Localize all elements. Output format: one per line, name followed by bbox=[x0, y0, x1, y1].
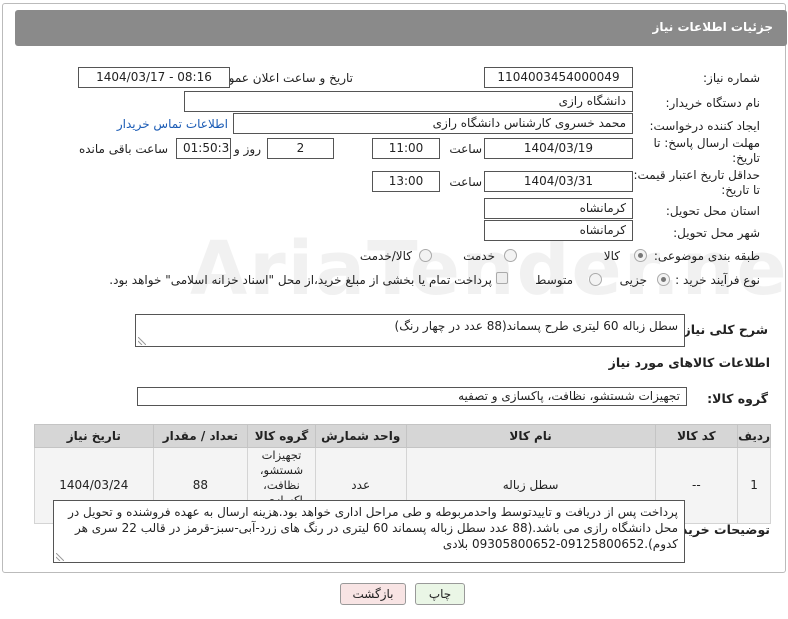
back-button[interactable]: بازگشت bbox=[340, 583, 406, 605]
print-button[interactable]: چاپ bbox=[415, 583, 465, 605]
goods-group-field: تجهیزات شستشو، نظافت، پاکسازی و تصفیه bbox=[137, 387, 687, 406]
buyer-org-field: دانشگاه رازی bbox=[184, 91, 633, 112]
province-field: کرمانشاه bbox=[484, 198, 633, 219]
process-radio-medium[interactable] bbox=[589, 273, 602, 286]
description-textarea: سطل زباله 60 لیتری طرح پسماند(88 عدد در … bbox=[135, 314, 685, 347]
city-field: کرمانشاه bbox=[484, 220, 633, 241]
col-group: گروه کالا bbox=[247, 424, 316, 448]
goods-table-header: ردیف کد کالا نام کالا واحد شمارش گروه کا… bbox=[34, 424, 771, 448]
goods-section-title: اطلاعات کالاهای مورد نیاز bbox=[608, 355, 770, 370]
category-radio-goods[interactable] bbox=[634, 249, 647, 262]
page-title: جزئیات اطلاعات نیاز bbox=[652, 20, 773, 34]
buyer-notes-textarea: پرداخت پس از دریافت و تاییدتوسط واحدمربو… bbox=[53, 500, 685, 563]
buyer-contact-link[interactable]: اطلاعات تماس خریدار bbox=[117, 117, 228, 131]
creator-field: محمد خسروی کارشناس دانشگاه رازی bbox=[233, 113, 633, 134]
process-radio-minor[interactable] bbox=[657, 273, 670, 286]
province-label: استان محل تحویل: bbox=[665, 204, 760, 218]
days-label: روز و bbox=[234, 142, 261, 156]
cell-index: 1 bbox=[737, 447, 771, 524]
category-radio-service[interactable] bbox=[504, 249, 517, 262]
deadline-label: مهلت ارسال پاسخ: تا bbox=[653, 136, 760, 150]
resize-grip-icon bbox=[56, 553, 64, 561]
validity-label-2: تا تاریخ: bbox=[721, 183, 760, 197]
treasury-note: پرداخت تمام یا بخشی از مبلغ خرید،از محل … bbox=[109, 273, 492, 287]
col-name: نام کالا bbox=[405, 424, 656, 448]
card-header: جزئیات اطلاعات نیاز bbox=[15, 10, 787, 46]
validity-date-field: 1404/03/31 bbox=[484, 171, 633, 192]
col-date: تاریخ نیاز bbox=[34, 424, 154, 448]
announce-field: 1404/03/17 - 08:16 bbox=[78, 67, 230, 88]
resize-grip-icon bbox=[138, 337, 146, 345]
need-number-label: شماره نیاز: bbox=[703, 71, 760, 85]
description-label: شرح کلی نیاز: bbox=[678, 322, 768, 337]
remaining-field: 01:50:33 bbox=[176, 138, 231, 159]
remaining-label: ساعت باقی مانده bbox=[78, 142, 168, 156]
creator-label: ایجاد کننده درخواست: bbox=[649, 119, 760, 133]
process-option-minor: جزیی bbox=[619, 273, 647, 287]
category-radio-both[interactable] bbox=[419, 249, 432, 262]
description-text: سطل زباله 60 لیتری طرح پسماند(88 عدد در … bbox=[394, 319, 678, 333]
deadline-date-field: 1404/03/19 bbox=[484, 138, 633, 159]
process-option-medium: متوسط bbox=[535, 273, 573, 287]
category-option-both: کالا/خدمت bbox=[359, 249, 412, 263]
validity-time-field: 13:00 bbox=[372, 171, 440, 192]
days-field: 2 bbox=[267, 138, 334, 159]
category-label: طبقه بندی موضوعی: bbox=[653, 249, 760, 263]
buyer-notes-text: پرداخت پس از دریافت و تاییدتوسط واحدمربو… bbox=[68, 505, 678, 551]
buyer-org-label: نام دستگاه خریدار: bbox=[665, 96, 761, 110]
city-label: شهر محل تحویل: bbox=[673, 226, 760, 240]
need-number-field: 1104003454000049 bbox=[484, 67, 633, 88]
treasury-checkbox[interactable] bbox=[496, 272, 508, 284]
deadline-label-2: تاریخ: bbox=[732, 151, 760, 165]
col-index: ردیف bbox=[737, 424, 771, 448]
col-code: کد کالا bbox=[654, 424, 739, 448]
category-option-goods: کالا bbox=[603, 249, 620, 263]
process-label: نوع فرآیند خرید : bbox=[675, 273, 760, 287]
goods-group-label: گروه کالا: bbox=[707, 391, 768, 406]
col-qty: تعداد / مقدار bbox=[152, 424, 249, 448]
validity-time-label: ساعت bbox=[449, 175, 482, 189]
category-option-service: خدمت bbox=[463, 249, 495, 263]
validity-label: حداقل تاریخ اعتبار قیمت: bbox=[633, 168, 760, 182]
deadline-time-field: 11:00 bbox=[372, 138, 440, 159]
deadline-time-label: ساعت bbox=[449, 142, 482, 156]
col-unit: واحد شمارش bbox=[314, 424, 407, 448]
